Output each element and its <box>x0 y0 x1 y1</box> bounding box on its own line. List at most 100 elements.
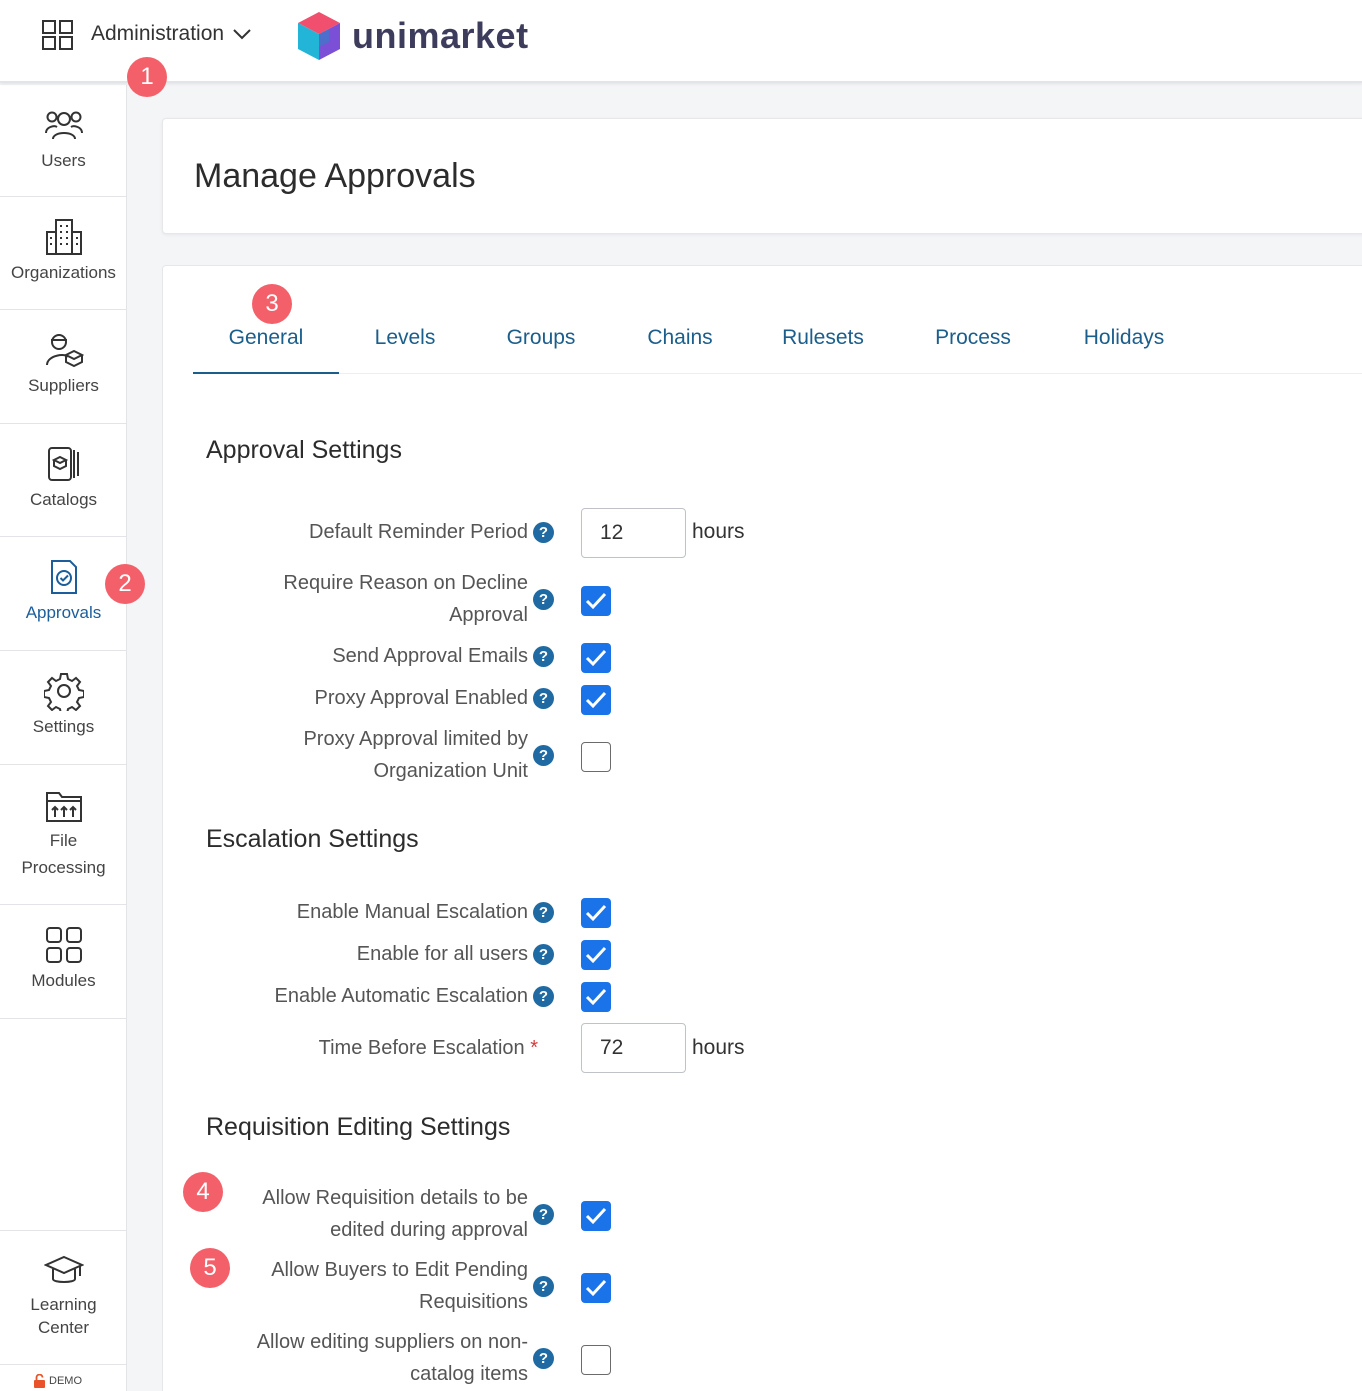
tab-groups[interactable]: Groups <box>497 326 585 374</box>
graduation-cap-icon <box>43 1251 84 1291</box>
check-icon <box>585 649 607 667</box>
help-icon[interactable]: ? <box>533 1348 554 1369</box>
buyers-edit-label: Allow Buyers to Edit Pending Requisitions <box>271 1259 528 1313</box>
help-icon[interactable]: ? <box>533 745 554 766</box>
tab-levels[interactable]: Levels <box>365 326 445 374</box>
requisition-details-label: Allow Requisition details to be edited du… <box>262 1187 528 1241</box>
help-icon[interactable]: ? <box>533 646 554 667</box>
administration-label: Administration <box>91 22 225 45</box>
time-before-escalation-input[interactable] <box>581 1023 686 1073</box>
sidebar-item-label: Settings <box>32 717 95 736</box>
building-icon <box>44 217 84 257</box>
sidebar-item-suppliers[interactable]: Suppliers <box>0 310 127 424</box>
manual-escalation-label: Enable Manual Escalation <box>296 901 528 923</box>
help-icon[interactable]: ? <box>533 902 554 923</box>
requisition-details-checkbox[interactable] <box>581 1201 611 1231</box>
proxy-limited-label: Proxy Approval limited by Organization Un… <box>303 728 528 782</box>
help-icon[interactable]: ? <box>533 1204 554 1225</box>
edit-suppliers-checkbox[interactable] <box>581 1345 611 1375</box>
help-icon[interactable]: ? <box>533 522 554 543</box>
send-emails-checkbox[interactable] <box>581 643 611 673</box>
requisition-settings-heading: Requisition Editing Settings <box>206 1113 511 1141</box>
decline-reason-checkbox[interactable] <box>581 586 611 616</box>
approvals-icon <box>44 557 84 597</box>
help-icon[interactable]: ? <box>533 688 554 709</box>
gear-icon <box>43 671 84 711</box>
tab-chains[interactable]: Chains <box>639 326 721 374</box>
sidebar-item-settings[interactable]: Settings <box>0 651 127 765</box>
administration-menu[interactable]: Administration <box>91 22 252 46</box>
help-icon[interactable]: ? <box>533 589 554 610</box>
modules-icon <box>44 925 84 965</box>
reminder-period-input[interactable] <box>581 508 686 558</box>
sidebar-item-label: Users <box>41 151 86 170</box>
catalog-icon <box>44 444 84 484</box>
demo-badge: DEMO <box>33 1374 82 1388</box>
callout-badge: 1 <box>127 57 167 97</box>
reminder-period-label: Default Reminder Period <box>309 521 528 543</box>
tab-holidays[interactable]: Holidays <box>1074 326 1174 374</box>
sidebar: Users Organizations Suppliers Catalogs A… <box>0 85 127 1391</box>
check-icon <box>585 1207 607 1225</box>
users-icon <box>44 105 84 145</box>
sidebar-item-label: File Processing <box>21 831 106 877</box>
tab-bar: General Levels Groups Chains Rulesets Pr… <box>193 326 1362 374</box>
callout-badge: 2 <box>105 564 145 604</box>
check-icon <box>585 946 607 964</box>
page-title: Manage Approvals <box>194 157 476 195</box>
required-marker: * <box>530 1037 538 1059</box>
grid-icon[interactable] <box>42 20 74 50</box>
page-header: Manage Approvals <box>162 118 1362 234</box>
decline-reason-label: Require Reason on Decline Approval <box>283 572 528 626</box>
sidebar-item-learning-center[interactable]: Learning Center <box>0 1230 127 1365</box>
settings-panel: General Levels Groups Chains Rulesets Pr… <box>162 265 1362 1391</box>
check-icon <box>585 1279 607 1297</box>
sidebar-item-label: Modules <box>31 971 96 990</box>
all-users-label: Enable for all users <box>356 943 528 965</box>
automatic-escalation-label: Enable Automatic Escalation <box>274 985 529 1007</box>
sidebar-item-label: Approvals <box>25 603 102 622</box>
help-icon[interactable]: ? <box>533 986 554 1007</box>
tab-general[interactable]: General <box>193 326 339 374</box>
proxy-approval-label: Proxy Approval Enabled <box>314 687 528 709</box>
sidebar-item-label: Suppliers <box>28 376 99 395</box>
supplier-icon <box>44 330 84 370</box>
proxy-approval-checkbox[interactable] <box>581 685 611 715</box>
time-before-escalation-label: Time Before Escalation * <box>318 1037 538 1059</box>
check-icon <box>585 592 607 610</box>
manual-escalation-checkbox[interactable] <box>581 898 611 928</box>
callout-badge: 4 <box>183 1172 223 1212</box>
buyers-edit-checkbox[interactable] <box>581 1273 611 1303</box>
callout-badge: 5 <box>190 1248 230 1288</box>
sidebar-item-organizations[interactable]: Organizations <box>0 197 127 310</box>
approval-settings-heading: Approval Settings <box>206 436 402 464</box>
sidebar-item-modules[interactable]: Modules <box>0 905 127 1019</box>
tab-process[interactable]: Process <box>928 326 1018 374</box>
escalation-settings-heading: Escalation Settings <box>206 825 419 853</box>
check-icon <box>585 988 607 1006</box>
sidebar-item-file-processing[interactable]: File Processing <box>0 765 127 905</box>
edit-suppliers-label: Allow editing suppliers on non-catalog i… <box>256 1331 528 1385</box>
send-emails-label: Send Approval Emails <box>332 645 528 667</box>
sidebar-item-users[interactable]: Users <box>0 85 127 197</box>
help-icon[interactable]: ? <box>533 944 554 965</box>
sidebar-item-label: Learning Center <box>30 1295 97 1337</box>
check-icon <box>585 904 607 922</box>
reminder-unit: hours <box>692 520 745 543</box>
help-icon[interactable]: ? <box>533 1276 554 1297</box>
file-processing-icon <box>44 785 84 825</box>
all-users-checkbox[interactable] <box>581 940 611 970</box>
sidebar-item-label: Organizations <box>11 263 116 282</box>
callout-badge: 3 <box>252 284 292 324</box>
sidebar-item-catalogs[interactable]: Catalogs <box>0 424 127 537</box>
top-bar: Administration unimarket <box>0 0 1362 83</box>
lock-icon <box>34 1374 45 1388</box>
proxy-limited-checkbox[interactable] <box>581 742 611 772</box>
escalation-unit: hours <box>692 1036 745 1059</box>
tab-rulesets[interactable]: Rulesets <box>775 326 871 374</box>
unimarket-logo[interactable]: unimarket <box>296 10 529 62</box>
logo-icon <box>298 12 340 60</box>
automatic-escalation-checkbox[interactable] <box>581 982 611 1012</box>
brand-name: unimarket <box>352 15 529 56</box>
sidebar-item-label: Catalogs <box>29 490 98 509</box>
